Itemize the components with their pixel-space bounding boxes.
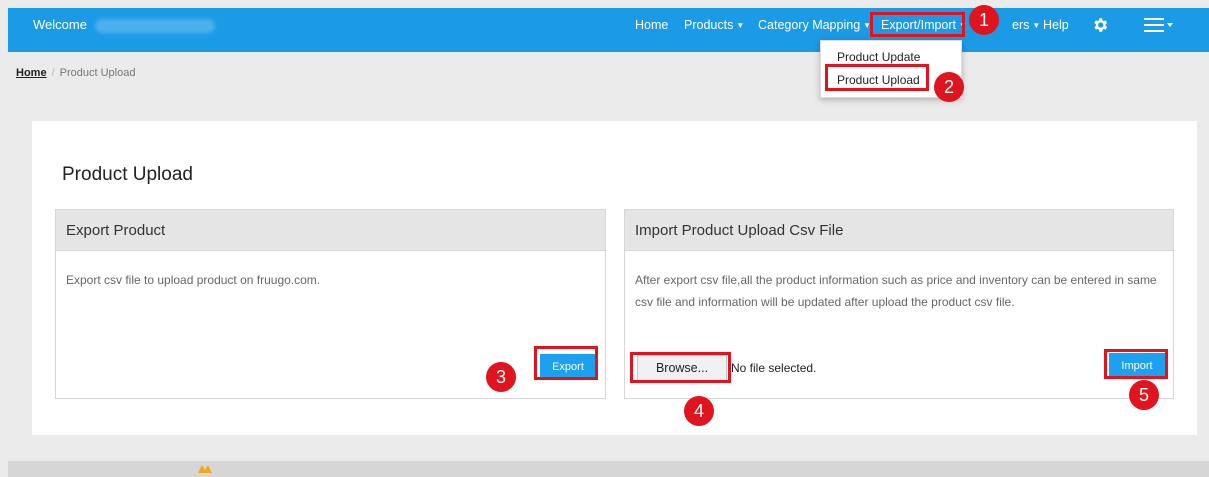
callout-3: 3 bbox=[486, 362, 516, 392]
import-panel-description: After export csv file,all the product in… bbox=[635, 273, 1157, 309]
breadcrumb-current: Product Upload bbox=[59, 67, 136, 79]
highlight-export-button bbox=[534, 346, 598, 380]
hamburger-icon[interactable] bbox=[1144, 17, 1174, 33]
footer bbox=[8, 461, 1209, 477]
file-status-text: No file selected. bbox=[731, 361, 817, 375]
nav-category-mapping[interactable]: Category Mapping ▼ bbox=[758, 18, 871, 32]
breadcrumb: Home / Product Upload bbox=[16, 67, 135, 79]
top-navbar: Welcome Home Products ▼ Category Mapping ▼… bbox=[8, 8, 1209, 52]
highlight-export-import bbox=[870, 12, 965, 37]
username-blurred bbox=[95, 19, 215, 33]
callout-4: 4 bbox=[684, 396, 714, 426]
highlight-product-upload bbox=[825, 64, 929, 91]
caret-down-icon: ▼ bbox=[1032, 21, 1041, 30]
logo-icon bbox=[198, 465, 212, 473]
nav-category-mapping-label: Category Mapping bbox=[758, 18, 861, 32]
nav-products[interactable]: Products ▼ bbox=[684, 18, 744, 32]
highlight-import-button bbox=[1104, 349, 1168, 379]
export-panel: Export Product Export csv file to upload… bbox=[55, 209, 606, 399]
page-title: Product Upload bbox=[62, 164, 193, 185]
export-panel-title: Export Product bbox=[56, 210, 605, 251]
welcome-text: Welcome bbox=[33, 17, 87, 32]
nav-home[interactable]: Home bbox=[635, 18, 668, 32]
gear-icon[interactable] bbox=[1091, 16, 1109, 34]
export-panel-description: Export csv file to upload product on fru… bbox=[66, 273, 321, 287]
breadcrumb-separator: / bbox=[51, 67, 55, 79]
callout-5: 5 bbox=[1129, 380, 1159, 410]
import-panel-title: Import Product Upload Csv File bbox=[625, 210, 1173, 251]
highlight-browse-button bbox=[630, 352, 731, 383]
caret-down-icon: ▼ bbox=[736, 21, 745, 30]
nav-orders-label: ers bbox=[1012, 18, 1030, 32]
nav-orders[interactable]: ers ▼ bbox=[1012, 18, 1040, 32]
nav-products-label: Products bbox=[684, 18, 734, 32]
nav-help[interactable]: Help bbox=[1043, 18, 1069, 32]
breadcrumb-home-link[interactable]: Home bbox=[16, 67, 47, 79]
main-card: Product Upload Export Product Export csv… bbox=[32, 121, 1197, 435]
dropdown-item-product-update[interactable]: Product Update bbox=[837, 50, 920, 64]
callout-1: 1 bbox=[969, 5, 999, 35]
callout-2: 2 bbox=[934, 72, 964, 102]
